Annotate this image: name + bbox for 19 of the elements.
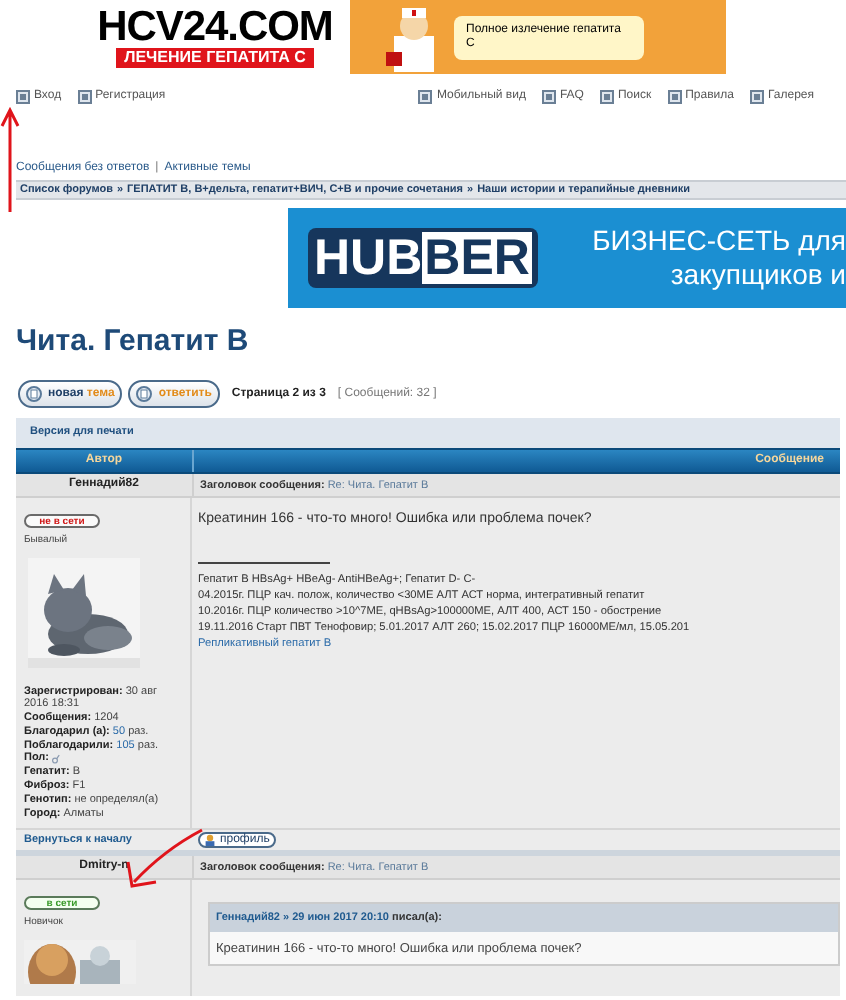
hubber-logo: HUBBER bbox=[308, 228, 538, 288]
topic-title: Чита. Гепатит B bbox=[14, 324, 251, 360]
gender-icon bbox=[52, 753, 61, 764]
post-icon bbox=[26, 386, 42, 402]
ad-text: закупщиков и bbox=[670, 258, 846, 292]
user-icon bbox=[204, 834, 216, 847]
banner-tagline: ЛЕЧЕНИЕ ГЕПАТИТА С bbox=[116, 47, 314, 67]
nav-icon bbox=[667, 90, 682, 104]
ad-banner[interactable]: HUBBER БИЗНЕС-СЕТЬ для закупщиков и bbox=[288, 208, 846, 308]
nav-icon bbox=[418, 90, 433, 104]
nav-icon bbox=[16, 90, 30, 104]
nav-icon bbox=[749, 90, 764, 104]
post-icon bbox=[136, 386, 153, 402]
nav-icon bbox=[599, 90, 614, 104]
nav-icon bbox=[77, 90, 92, 104]
banner-brand: HCV24.COM bbox=[97, 7, 333, 47]
nav-icon bbox=[541, 90, 556, 104]
annotation-arrow bbox=[0, 106, 20, 214]
ad-text: БИЗНЕС-СЕТЬ для bbox=[592, 224, 846, 258]
